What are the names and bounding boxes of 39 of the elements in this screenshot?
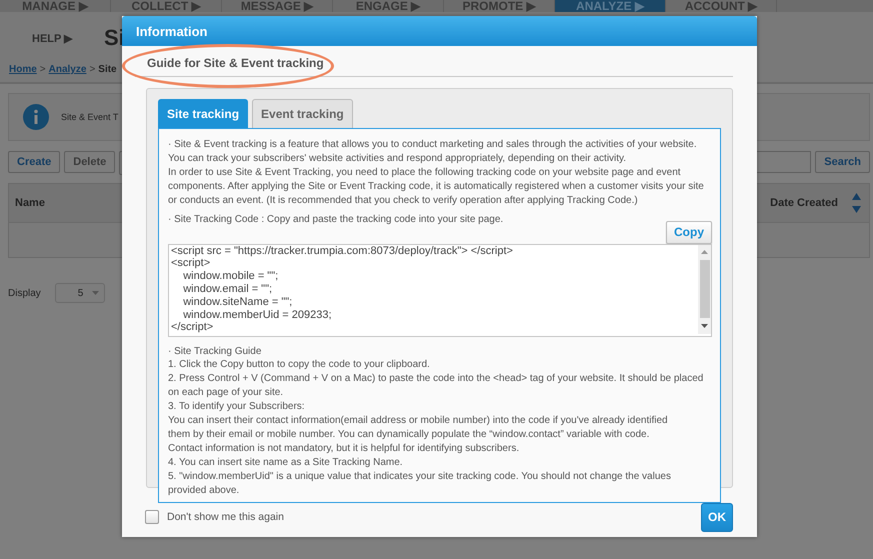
scrollbar[interactable] — [698, 244, 711, 334]
tab[interactable]: Site tracking — [158, 99, 248, 128]
caret-icon — [92, 291, 99, 295]
paragraph: 4. You can insert site name as a Site Tracking Name. — [168, 456, 404, 470]
page-size-select[interactable]: 5 — [54, 283, 105, 303]
breadcrumb-separator: > — [89, 64, 96, 76]
checkbox-label: Don't show me this again — [167, 511, 284, 523]
search-button[interactable]: Search — [815, 151, 870, 173]
sort-icon[interactable] — [852, 193, 861, 213]
ok-button[interactable]: OK — [701, 502, 733, 532]
paragraph: 2. Press Control + V (Command + V on a Mac) to paste the code into the <head> tag of your website. It should be placed on each page of your site. — [168, 372, 704, 400]
column-header[interactable]: Date Created — [770, 197, 838, 209]
paragraph: them by their email or mobile number. You can dynamically populate the “window.contact” variable with code. — [168, 428, 650, 442]
dialog-heading: Guide for Site & Event tracking — [135, 46, 733, 77]
paragraph: In order to use Site & Event Tracking, you need to place the following tracking code on your website page and event components. After applying the Site or Event Tracking code, it is automatically registered when a customer visits your site or conducts an event. (It is recommended that you check to verify operation after applying Tracking Code.) — [168, 166, 705, 208]
breadcrumb-link[interactable]: Analyze — [48, 64, 86, 76]
breadcrumb-separator: > — [40, 64, 46, 76]
paragraph: · Site & Event tracking is a feature that allows you to conduct marketing and sales through the activities of your website. You can track your subscribers' website activities and respond appropriately, depending on their activity. — [168, 138, 698, 166]
paragraph: · Site Tracking Guide — [168, 344, 262, 358]
paragraph: Contact information is not mandatory, but it is helpful for identifying subscribers. — [168, 442, 520, 456]
help-link[interactable]: HELP ▶ — [32, 32, 104, 44]
paragraph: · Site Tracking Code : Copy and paste the tracking code into your site page. — [168, 212, 504, 226]
paragraph: 3. To identify your Subscribers: — [168, 400, 306, 414]
breadcrumb-link[interactable]: Home — [9, 64, 37, 76]
copy-button[interactable]: Copy — [666, 220, 712, 244]
create-button[interactable]: Create — [8, 151, 60, 173]
display-label: Display — [8, 288, 41, 298]
dialog-title: Information — [122, 16, 757, 46]
tab[interactable]: Event tracking — [252, 99, 353, 128]
info-text: Site & Event T — [61, 112, 118, 122]
checkbox[interactable] — [145, 510, 159, 524]
paragraph: 5. "window.memberUid" is a unique value that indicates your site tracking code. You should not change the values provided above. — [168, 470, 672, 498]
breadcrumb-current: Site — [98, 64, 117, 76]
nav-tab[interactable]: ANALYZE ▶ — [555, 0, 666, 12]
column-header[interactable]: Name — [15, 197, 45, 209]
paragraph: 1. Click the Copy button to copy the code to your clipboard. — [168, 358, 431, 372]
code-field[interactable]: <script src = "https://tracker.trumpia.com:8073/deploy/track"> </script> <script> window.mobile = ""; window.email = ""; window.siteName = ""; window.memberUid = 209233; </script> — [168, 244, 712, 337]
info-icon — [23, 104, 49, 130]
paragraph: You can insert their contact information(email address or mobile number) into the code if you've already identified — [168, 414, 669, 428]
